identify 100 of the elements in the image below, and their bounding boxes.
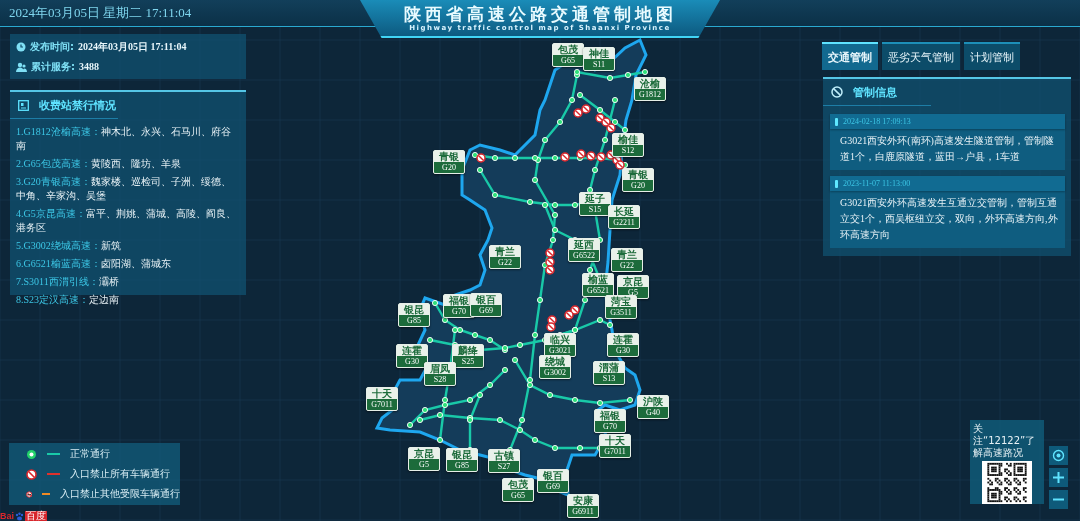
no-entry-icon[interactable]	[545, 265, 555, 275]
info-value: 3488	[79, 61, 99, 72]
sign-name: 银昆	[399, 304, 429, 315]
toll-item: 2.G65包茂高速：黄陵西、隆坊、羊泉	[16, 157, 182, 171]
notice-time: 2024-02-18 17:09:13	[843, 117, 911, 126]
no-entry-icon[interactable]	[546, 322, 556, 332]
sign-name: 京昆	[409, 448, 439, 459]
sign-code: G20	[630, 180, 646, 191]
sign-code: G7011	[370, 399, 394, 410]
sign-name: 银百	[471, 294, 501, 305]
tab[interactable]: 恶劣天气管制	[882, 42, 960, 70]
logo-text: 百度	[25, 511, 47, 521]
no-entry-icon[interactable]	[581, 104, 591, 114]
sign-name: 福银	[595, 410, 625, 421]
sign-code: G30	[404, 356, 420, 367]
sign-code: G5	[418, 459, 430, 470]
info-label: 发布时间:	[30, 39, 74, 54]
qr-code-drawing	[982, 461, 1032, 504]
info-value: 2024年03月05日 17:11:04	[78, 39, 187, 54]
tab[interactable]: 交通管制	[822, 42, 878, 70]
sign-code: S27	[496, 461, 512, 472]
sign-name: 京昆	[618, 276, 648, 287]
no-entry-icon[interactable]	[476, 153, 486, 163]
info-label: 累计服务:	[31, 59, 75, 74]
sign-name: 银百	[538, 470, 568, 481]
sign-code: G85	[406, 315, 422, 326]
sign-name: 榆蓝	[583, 274, 613, 285]
plus-icon	[1052, 471, 1065, 484]
toll-item: 8.S23定汉高速：定边南	[16, 293, 121, 307]
sign-name: 长延	[609, 206, 639, 217]
no-entry-icon[interactable]	[596, 152, 606, 162]
sign-code: S28	[432, 374, 448, 385]
panel-title: 收费站禁行情况	[39, 97, 116, 113]
no-entry-icon[interactable]	[564, 310, 574, 320]
sign-name: 神佳	[584, 48, 614, 59]
notice-text: G3021西安外环高速发生互通立交管制，管制互通立交1个，西吴枢纽立交，双向，外环高速方向,外环高速方向	[839, 196, 1059, 242]
marker-bar-icon	[835, 117, 838, 126]
sign-code: G2211	[612, 217, 636, 228]
toll-item: 1.G1812沧榆高速：神木北、永兴、石马川、府谷南	[16, 125, 232, 153]
qr-caption: 关注“12122”了解高速路况	[973, 423, 1037, 459]
logo-text: Bai	[0, 511, 14, 521]
sign-name: 渭蒲	[594, 362, 624, 373]
toll-item: 4.G5京昆高速：富平、荆姚、蒲城、高陵、阎良、港务区	[16, 207, 237, 235]
page-title: 陕西省高速公路交通管制地图	[403, 4, 677, 24]
notice-time: 2023-11-07 11:13:00	[843, 179, 911, 188]
sign-name: 延子	[580, 193, 610, 204]
locate-icon	[1052, 449, 1065, 462]
sign-code: G30	[615, 345, 631, 356]
no-entry-icon[interactable]	[606, 123, 616, 133]
sign-code: G3002	[543, 367, 567, 378]
header-datetime: 2024年03月05日 星期二 17:11:04	[9, 4, 192, 22]
sign-code: G6521	[586, 285, 610, 296]
sign-code: G69	[545, 481, 561, 492]
toll-item: 5.G3002绕城高速：新筑	[16, 239, 122, 253]
sign-code: G65	[510, 490, 526, 501]
sign-code: G70	[602, 421, 618, 432]
sign-name: 沪陕	[638, 396, 668, 407]
ring-icon	[26, 448, 37, 460]
sign-name: 银昆	[447, 449, 477, 460]
sign-name: 绕城	[540, 356, 570, 367]
sign-code: G1812	[638, 89, 662, 100]
sign-code: S25	[460, 356, 476, 367]
sign-name: 青银	[434, 151, 464, 162]
no-entry-icon[interactable]	[615, 160, 625, 170]
sign-name: 古镇	[489, 450, 519, 461]
sign-code: G3021	[548, 345, 572, 356]
sign-code: G70	[451, 306, 467, 317]
sign-name: 十天	[367, 388, 397, 399]
sign-code: G20	[441, 162, 457, 173]
zoom-out-button[interactable]	[1049, 490, 1068, 509]
sign-name: 临兴	[545, 334, 575, 345]
sign-code: S12	[620, 145, 636, 156]
locate-button[interactable]	[1049, 446, 1068, 465]
toll-item: 6.G6521榆蓝高速：卤阳湖、蒲城东	[16, 257, 172, 271]
no-entry-icon[interactable]	[586, 151, 596, 161]
sign-code: G69	[478, 305, 494, 316]
sign-code: S11	[591, 59, 607, 70]
sign-code: G6522	[572, 250, 596, 261]
toll-item: 3.G20青银高速：魏家楼、巡检司、子洲、绥德、中角、辛家沟、吴堡	[16, 175, 232, 203]
sign-code: G65	[560, 55, 576, 66]
sign-code: G40	[645, 407, 661, 418]
sign-name: 沧榆	[635, 78, 665, 89]
users-icon	[16, 61, 27, 72]
tab[interactable]: 计划管制	[964, 42, 1020, 70]
sign-name: 眉凤	[425, 363, 455, 374]
sign-name: 延西	[569, 239, 599, 250]
sign-name: 青兰	[612, 249, 642, 260]
marker-bar-icon	[835, 179, 838, 188]
sign-name: 十天	[600, 435, 630, 446]
legend-label: 入口禁止其他受限车辆通行	[60, 487, 180, 501]
no-entry-icon[interactable]	[573, 108, 583, 118]
sign-name: 菏宝	[606, 296, 636, 307]
no-entry-icon[interactable]	[545, 248, 555, 258]
zoom-in-button[interactable]	[1049, 468, 1068, 487]
clock-icon	[16, 41, 26, 52]
no-entry-icon	[831, 86, 843, 98]
no-entry-icon[interactable]	[560, 152, 570, 162]
sign-name: 榆佳	[613, 134, 643, 145]
no-entry-icon[interactable]	[576, 149, 586, 159]
sign-name: 青银	[623, 169, 653, 180]
